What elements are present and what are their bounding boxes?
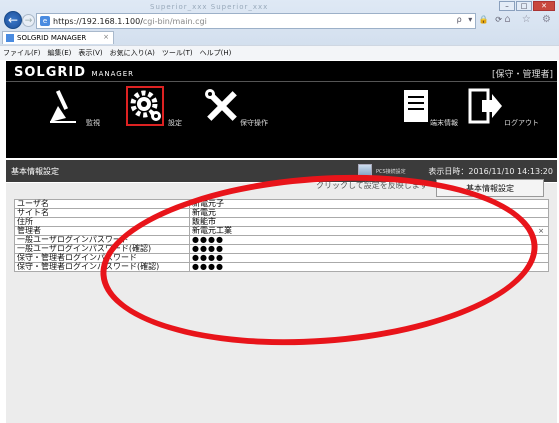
address-tools[interactable]: ρ ▾ 🔒 ⟳ [457,15,504,24]
site-name-field[interactable]: 新電元 [189,208,549,218]
page-title: 基本情報設定 [11,167,59,176]
nav-settings-label: 設定 [168,119,182,127]
nav-monitor-label: 監視 [86,119,100,127]
tab-close-icon[interactable]: × [103,33,109,41]
tab-favicon [6,34,14,42]
menu-bar: ファイル(F) 編集(E) 表示(V) お気に入り(A) ツール(T) ヘルプ(… [0,45,559,60]
app-logo: SOLGRID MANAGER [14,65,134,80]
back-button[interactable]: ← [4,11,22,29]
menu-help[interactable]: ヘルプ(H) [200,48,232,58]
menu-edit[interactable]: 編集(E) [48,48,72,58]
nav-maintenance[interactable]: 保守操作 [204,88,294,148]
browser-chrome: Superior_xxx Superior_xxx – □ ✕ ← → e ht… [0,0,559,60]
tab-row: SOLGRID MANAGER × [0,31,559,44]
save-basic-info-button[interactable]: 基本情報設定 [436,179,544,197]
administrator-field[interactable]: 新電元工業 × [189,226,549,236]
menu-view[interactable]: 表示(V) [78,48,102,58]
nav-terminal-info-label: 端末情報 [430,119,458,127]
header-divider [6,81,557,82]
nav-maintenance-label: 保守操作 [240,119,268,127]
url-path: cgi-bin/main.cgi [142,16,207,26]
faded-background-tabs: Superior_xxx Superior_xxx [150,3,269,11]
nav-terminal-info[interactable]: 端末情報 [400,88,470,148]
main-content: クリックして設定を反映します 基本情報設定 ユーザ名 新電元子 サイト名 新電元… [6,179,557,423]
basic-info-table: ユーザ名 新電元子 サイト名 新電元 住所 飯能市 管理者 新電元工業 × 一般… [14,199,549,272]
forward-button[interactable]: → [22,14,35,27]
table-row: 住所 飯能市 [14,217,549,227]
gear-icon [130,90,161,121]
user-password-confirm-field[interactable]: ●●●● [189,244,549,254]
nav-settings[interactable]: 設定 [124,86,194,148]
app-header: SOLGRID MANAGER [保守・管理者] 監視 設定 保守操作 端末情報… [6,61,557,158]
pcs-connection-label[interactable]: PCS接続設定 [376,168,406,175]
nav-monitor[interactable]: 監視 [44,88,114,148]
url-host: https://192.168.1.100/ [53,16,143,26]
role-label: [保守・管理者] [491,70,553,80]
browser-tab[interactable]: SOLGRID MANAGER × [2,31,114,44]
display-datetime: 表示日時：2016/11/10 14:13:20 [428,167,553,176]
monitor-brush-icon [50,90,76,123]
nav-logout-label: ログアウト [504,119,539,127]
apply-note: クリックして設定を反映します [316,181,428,190]
menu-file[interactable]: ファイル(F) [3,48,41,58]
page-icon: e [40,16,50,26]
minimize-button[interactable]: – [499,1,515,11]
username-field[interactable]: 新電元子 [189,199,549,209]
nav-logout[interactable]: ログアウト [468,88,554,148]
maximize-button[interactable]: □ [516,1,532,11]
menu-tools[interactable]: ツール(T) [162,48,193,58]
user-password-field[interactable]: ●●●● [189,235,549,245]
clear-icon[interactable]: × [538,227,544,235]
window-controls: – □ ✕ [499,1,555,11]
logout-icon [468,88,502,124]
address-field[interactable]: 飯能市 [189,217,549,227]
admin-password-field[interactable]: ●●●● [189,253,549,263]
table-row: 保守・管理者ログインパスワード(確認) ●●●● [14,262,549,272]
address-bar[interactable]: e https://192.168.1.100/cgi-bin/main.cgi [36,13,476,29]
field-label: サイト名 [14,208,190,218]
table-row: サイト名 新電元 [14,208,549,218]
field-label: 保守・管理者ログインパスワード(確認) [14,262,190,272]
tools-icon [205,89,237,121]
admin-password-confirm-field[interactable]: ●●●● [189,262,549,272]
administrator-value: 新電元工業 [192,226,232,235]
tab-title: SOLGRID MANAGER [17,34,87,42]
home-favorites-settings-icons[interactable]: ⌂ ☆ ⚙ [504,14,555,25]
table-row: ユーザ名 新電元子 [14,199,549,209]
menu-favorites[interactable]: お気に入り(A) [110,48,155,58]
close-button[interactable]: ✕ [533,1,555,11]
pcs-connection-icon[interactable] [358,164,372,178]
